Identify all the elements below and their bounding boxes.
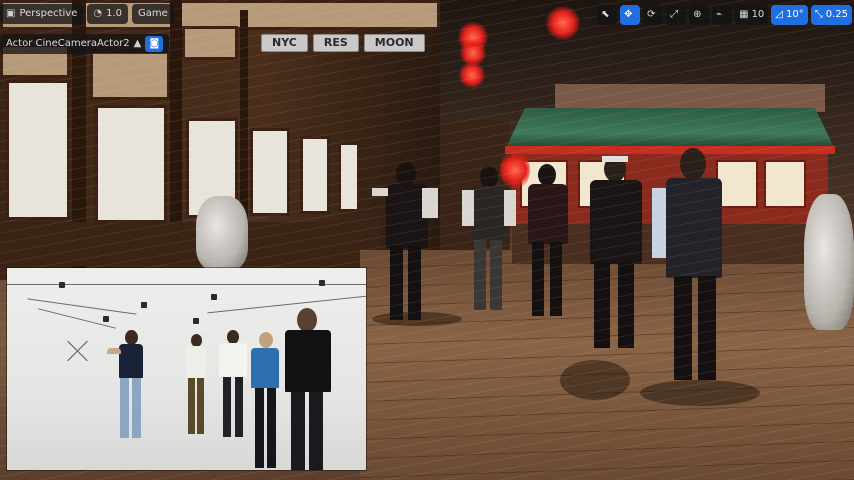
tall-window xyxy=(6,80,70,220)
suited-character[interactable] xyxy=(520,164,574,320)
mocap-camera xyxy=(141,302,147,308)
translate-button[interactable]: ✥ xyxy=(620,5,641,25)
suited-character[interactable] xyxy=(458,166,518,314)
pilot-actor-bar[interactable]: Actor CineCameraActor2 ▲ ◙ xyxy=(0,34,170,54)
tall-window xyxy=(338,142,360,212)
performer xyxy=(181,334,211,438)
viewport-toolbar-left: ▣ Perspective ◔ 1.0 Game xyxy=(0,4,174,26)
scale-icon: ⤢ xyxy=(670,9,679,20)
snap-value: 10 xyxy=(751,9,765,20)
select-icon: ⬉ xyxy=(601,9,610,20)
view-mode-button[interactable]: ▣ Perspective xyxy=(0,4,84,24)
rotation-snap-button[interactable]: ◿ 10° xyxy=(771,5,808,25)
world-icon: ⊕ xyxy=(693,9,702,20)
viewport-toolbar-actor: Actor CineCameraActor2 ▲ ◙ xyxy=(0,34,170,54)
scale-snap-icon: ⤡ xyxy=(814,9,823,20)
rotate-button[interactable]: ⟳ xyxy=(643,5,664,25)
tall-window xyxy=(95,105,167,223)
suited-character[interactable] xyxy=(652,148,732,384)
back-wall xyxy=(555,84,825,112)
rotation-snap-icon: ◿ xyxy=(775,9,783,20)
viewport-toolbar-right: ⬉ ✥ ⟳ ⤢ ⊕ ⌁ ▦ 10 ◿ 10° ⤡ 0.25 xyxy=(597,5,852,27)
location-button-nyc[interactable]: NYC xyxy=(261,34,308,52)
world-button[interactable]: ⊕ xyxy=(689,5,710,25)
pavilion-roof xyxy=(505,108,835,150)
camera-icon[interactable]: ◙ xyxy=(145,36,164,52)
tall-window xyxy=(300,136,330,214)
scale-snap-button[interactable]: ⤡ 0.25 xyxy=(810,5,852,25)
red-lantern xyxy=(459,62,485,88)
rotate-icon: ⟳ xyxy=(647,9,656,20)
snap-value: 0.25 xyxy=(825,9,848,20)
performer xyxy=(277,308,339,470)
mocap-camera xyxy=(193,318,199,324)
translate-icon: ✥ xyxy=(624,9,633,20)
porcelain-vase xyxy=(196,196,248,270)
speed-icon: ◔ xyxy=(93,8,103,19)
view-mode-label: Perspective xyxy=(19,8,78,19)
wall-lattice-panel xyxy=(90,50,170,100)
location-button-res[interactable]: RES xyxy=(312,34,359,52)
mocap-camera xyxy=(59,282,65,288)
mocap-studio-video xyxy=(7,268,366,470)
select-button[interactable]: ⬉ xyxy=(597,5,618,25)
performer xyxy=(107,330,153,442)
pavilion-window xyxy=(764,160,806,208)
pilot-actor-label: Actor CineCameraActor2 xyxy=(6,38,130,49)
mocap-camera xyxy=(211,294,217,300)
tall-window xyxy=(250,128,290,216)
wall-lattice-panel xyxy=(182,26,238,60)
lighting-mode-label: Game xyxy=(138,8,168,19)
red-lantern xyxy=(546,6,580,40)
mocap-camera xyxy=(103,316,109,322)
location-buttons: NYC RES MOON xyxy=(261,34,425,52)
camera-speed-button[interactable]: ◔ 1.0 xyxy=(87,4,129,24)
scale-button[interactable]: ⤢ xyxy=(666,5,687,25)
suited-character[interactable] xyxy=(580,156,650,352)
camera-rig-rail xyxy=(27,298,137,315)
surface-snap-button[interactable]: ⌁ xyxy=(712,5,733,25)
lock-icon[interactable]: ▲ xyxy=(134,34,142,54)
porcelain-vase xyxy=(804,194,854,330)
lighting-mode-button[interactable]: Game xyxy=(132,4,174,24)
character-shadow xyxy=(560,360,630,400)
suited-character[interactable] xyxy=(372,162,442,324)
perspective-icon: ▣ xyxy=(6,8,16,19)
wainscot-panel xyxy=(0,222,380,266)
camera-speed-label: 1.0 xyxy=(106,8,123,19)
floor-x-marker xyxy=(67,340,89,362)
location-button-moon[interactable]: MOON xyxy=(363,34,425,52)
grid-snap-button[interactable]: ▦ 10 xyxy=(735,5,769,25)
surface-snap-icon: ⌁ xyxy=(716,9,723,20)
mocap-camera xyxy=(319,280,325,286)
snap-value: 10° xyxy=(786,9,804,20)
grid-snap-icon: ▦ xyxy=(739,9,749,20)
